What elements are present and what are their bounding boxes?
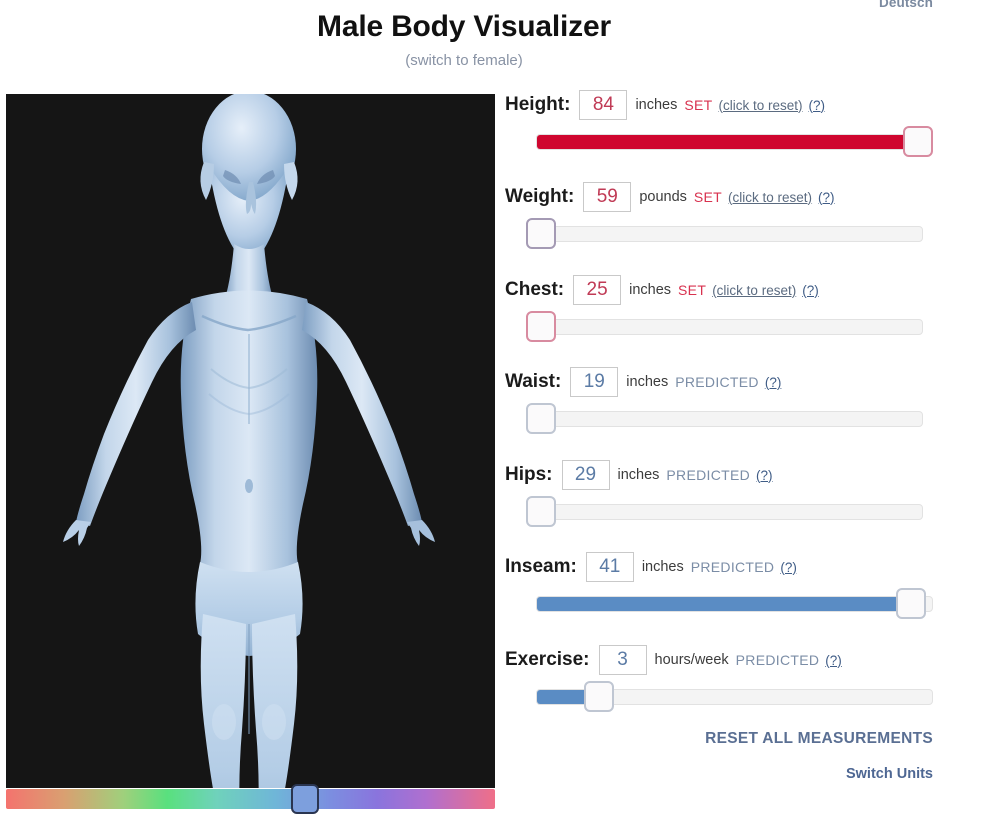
- measurement-state-badge: PREDICTED: [691, 559, 775, 575]
- page-title: Male Body Visualizer: [0, 10, 928, 44]
- measurement-label: Chest:: [505, 279, 564, 301]
- measurement-line: Height: inches SET (click to reset) (?): [505, 88, 975, 122]
- model-viewer-canvas[interactable]: [6, 94, 495, 788]
- measurement-line: Exercise: hours/week PREDICTED (?): [505, 643, 975, 677]
- measurement-unit: inches: [642, 559, 684, 575]
- measurement-label: Inseam:: [505, 556, 577, 578]
- footer-links: RESET ALL MEASUREMENTS Switch Units: [505, 730, 933, 782]
- measurement-unit: inches: [618, 467, 660, 483]
- measurement-help-link[interactable]: (?): [802, 283, 819, 298]
- model-color-hue-handle[interactable]: [291, 784, 319, 814]
- measurement-value-input[interactable]: [586, 552, 634, 582]
- measurement-help-link[interactable]: (?): [780, 560, 797, 575]
- measurement-help-link[interactable]: (?): [809, 98, 826, 113]
- measurement-value-input[interactable]: [583, 182, 631, 212]
- measurement-reset-link[interactable]: (click to reset): [728, 190, 812, 205]
- measurement-value-input[interactable]: [579, 90, 627, 120]
- language-switch-link[interactable]: Deutsch: [879, 0, 933, 10]
- measurement-state-badge: SET: [678, 282, 706, 298]
- measurement-value-input[interactable]: [599, 645, 647, 675]
- slider-fill: [537, 135, 932, 149]
- measurement-label: Height:: [505, 94, 570, 116]
- measurement-row-inseam: Inseam: inches PREDICTED (?): [505, 550, 975, 624]
- slider-handle[interactable]: [896, 588, 926, 619]
- slider-handle[interactable]: [526, 218, 556, 249]
- measurement-slider[interactable]: [505, 122, 975, 162]
- measurement-row-height: Height: inches SET (click to reset) (?): [505, 88, 975, 162]
- measurement-state-badge: PREDICTED: [675, 374, 759, 390]
- switch-units-button[interactable]: Switch Units: [505, 766, 933, 782]
- switch-gender-link[interactable]: (switch to female): [0, 52, 928, 69]
- measurement-reset-link[interactable]: (click to reset): [719, 98, 803, 113]
- measurement-row-weight: Weight: pounds SET (click to reset) (?): [505, 180, 975, 254]
- measurement-unit: inches: [629, 282, 671, 298]
- slider-handle[interactable]: [903, 126, 933, 157]
- measurement-row-waist: Waist: inches PREDICTED (?): [505, 365, 975, 439]
- slider-track[interactable]: [526, 504, 923, 520]
- measurement-value-input[interactable]: [573, 275, 621, 305]
- measurement-line: Hips: inches PREDICTED (?): [505, 458, 975, 492]
- measurement-state-badge: PREDICTED: [666, 467, 750, 483]
- measurement-value-input[interactable]: [570, 367, 618, 397]
- slider-track[interactable]: [526, 411, 923, 427]
- measurement-unit: inches: [626, 374, 668, 390]
- measurement-reset-link[interactable]: (click to reset): [712, 283, 796, 298]
- measurement-slider[interactable]: [505, 214, 975, 254]
- measurement-row-hips: Hips: inches PREDICTED (?): [505, 458, 975, 532]
- measurement-slider[interactable]: [505, 584, 975, 624]
- measurement-line: Weight: pounds SET (click to reset) (?): [505, 180, 975, 214]
- measurement-slider[interactable]: [505, 307, 975, 347]
- slider-track[interactable]: [526, 319, 923, 335]
- app-root: Deutsch Male Body Visualizer (switch to …: [0, 0, 990, 818]
- slider-handle[interactable]: [584, 681, 614, 712]
- measurement-slider[interactable]: [505, 399, 975, 439]
- measurement-label: Weight:: [505, 186, 574, 208]
- measurement-row-exercise: Exercise: hours/week PREDICTED (?): [505, 643, 975, 717]
- measurement-unit: hours/week: [655, 652, 729, 668]
- measurement-value-input[interactable]: [562, 460, 610, 490]
- slider-handle[interactable]: [526, 311, 556, 342]
- measurement-line: Inseam: inches PREDICTED (?): [505, 550, 975, 584]
- slider-handle[interactable]: [526, 403, 556, 434]
- measurement-help-link[interactable]: (?): [765, 375, 782, 390]
- model-render-area: [6, 94, 495, 788]
- slider-handle[interactable]: [526, 496, 556, 527]
- model-color-hue-slider[interactable]: [6, 789, 495, 809]
- measurement-label: Hips:: [505, 464, 553, 486]
- slider-fill: [537, 597, 924, 611]
- measurement-state-badge: PREDICTED: [736, 652, 820, 668]
- measurement-line: Chest: inches SET (click to reset) (?): [505, 273, 975, 307]
- slider-track[interactable]: [526, 226, 923, 242]
- measurement-label: Exercise:: [505, 649, 590, 671]
- body-model-figure: [6, 94, 495, 788]
- measurement-slider[interactable]: [505, 677, 975, 717]
- measurement-label: Waist:: [505, 371, 561, 393]
- measurement-state-badge: SET: [684, 97, 712, 113]
- measurement-state-badge: SET: [694, 189, 722, 205]
- measurement-help-link[interactable]: (?): [756, 468, 773, 483]
- measurement-unit: pounds: [639, 189, 687, 205]
- slider-fill: [537, 690, 588, 704]
- reset-all-measurements-button[interactable]: RESET ALL MEASUREMENTS: [505, 730, 933, 748]
- measurement-help-link[interactable]: (?): [818, 190, 835, 205]
- measurement-help-link[interactable]: (?): [825, 653, 842, 668]
- measurement-row-chest: Chest: inches SET (click to reset) (?): [505, 273, 975, 347]
- measurement-slider[interactable]: [505, 492, 975, 532]
- measurement-line: Waist: inches PREDICTED (?): [505, 365, 975, 399]
- measurement-unit: inches: [635, 97, 677, 113]
